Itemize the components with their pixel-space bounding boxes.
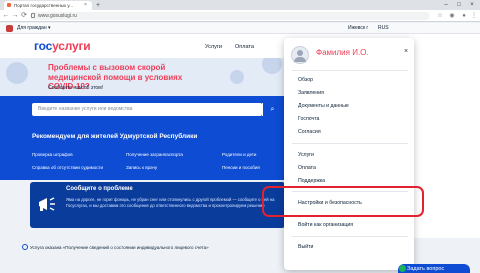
online-status-icon [399, 265, 406, 272]
tab-favicon-icon [7, 3, 11, 7]
menu-item-consents[interactable]: Согласия [298, 129, 321, 135]
megaphone-icon [39, 197, 55, 211]
browser-tab[interactable]: Портал государственных у... [4, 1, 92, 10]
new-tab-button[interactable]: + [96, 1, 100, 10]
recommendations-title: Рекомендуем для жителей Удмуртской Респу… [32, 133, 198, 140]
star-icon[interactable]: ☆ [436, 12, 444, 20]
ask-question-label: Задать вопрос [407, 266, 445, 272]
reload-button[interactable]: ⟳ [20, 10, 28, 22]
back-button[interactable]: ← [2, 10, 10, 22]
recommend-link[interactable]: Получение загранпаспорта [126, 152, 183, 157]
banner-subtitle[interactable]: Сообщите нам об этом! [48, 85, 103, 91]
menu-divider [292, 70, 408, 71]
window-close-button[interactable]: × [466, 0, 478, 10]
profile-icon[interactable]: ● [460, 12, 468, 20]
tab-close-icon[interactable]: × [84, 1, 87, 10]
menu-item-login-organization[interactable]: Войти как организация [298, 222, 353, 228]
menu-item-gospochta[interactable]: Госпочта [298, 116, 319, 122]
close-icon[interactable]: × [404, 48, 408, 55]
recommend-link[interactable]: Проверка штрафов [32, 152, 73, 157]
menu-item-applications[interactable]: Заявления [298, 90, 324, 96]
extension-icon[interactable]: ◉ [448, 12, 456, 20]
menu-icon[interactable]: ⋮ [470, 12, 478, 20]
logo-part-gos: гос [34, 39, 53, 53]
recommend-link[interactable]: Справка об отсутствии судимости [32, 165, 103, 170]
address-bar[interactable]: www.gosuslugi.ru [30, 12, 430, 20]
city-selector[interactable]: Ижевск г [348, 23, 368, 34]
avatar-body-icon [294, 57, 306, 62]
virus-decoration-icon [230, 70, 244, 84]
menu-divider [292, 143, 408, 144]
window-maximize-button[interactable]: □ [453, 0, 465, 10]
service-status-line[interactable]: Услуга оказана «Получение сведений о сос… [30, 245, 209, 250]
gosuslugi-logo[interactable]: госуслуги [34, 39, 91, 53]
recommend-link[interactable]: Запись к врачу [126, 165, 157, 170]
nav-payment[interactable]: Оплата [235, 44, 254, 50]
menu-item-logout[interactable]: Выйти [298, 244, 313, 250]
virus-decoration-icon [262, 58, 282, 74]
menu-item-support[interactable]: Поддержка [298, 178, 325, 184]
lock-icon [31, 13, 35, 18]
menu-item-payment[interactable]: Оплата [298, 165, 316, 171]
menu-item-services[interactable]: Услуги [298, 152, 314, 158]
user-name[interactable]: Фамилия И.О. [316, 48, 369, 57]
info-icon [22, 244, 28, 250]
window-minimize-button[interactable]: – [440, 0, 452, 10]
audience-selector[interactable]: Для граждан ▾ [17, 23, 51, 34]
problem-text: Яма на дороге, не горит фонарь, не убран… [66, 197, 275, 208]
problem-title: Сообщите о проблеме [66, 186, 133, 192]
recommend-link[interactable]: Пенсии и пособия [222, 165, 260, 170]
nav-services[interactable]: Услуги [205, 44, 222, 50]
virus-decoration-icon [6, 62, 28, 84]
site-top-strip [0, 23, 480, 34]
highlight-frame [262, 186, 424, 217]
emblem-icon [6, 25, 13, 32]
search-button[interactable]: ⌕ [262, 103, 282, 116]
avatar-head-icon [297, 50, 303, 56]
recommend-link[interactable]: Родители и дети [222, 152, 256, 157]
menu-item-documents[interactable]: Документы и данные [298, 103, 349, 109]
language-selector[interactable]: RUS [378, 23, 389, 34]
forward-button[interactable]: → [11, 10, 19, 22]
search-input[interactable]: Введите название услуги или ведомства [32, 103, 262, 116]
logo-part-uslugi: услуги [52, 39, 91, 53]
menu-item-overview[interactable]: Обзор [298, 77, 313, 83]
menu-divider [292, 236, 408, 237]
